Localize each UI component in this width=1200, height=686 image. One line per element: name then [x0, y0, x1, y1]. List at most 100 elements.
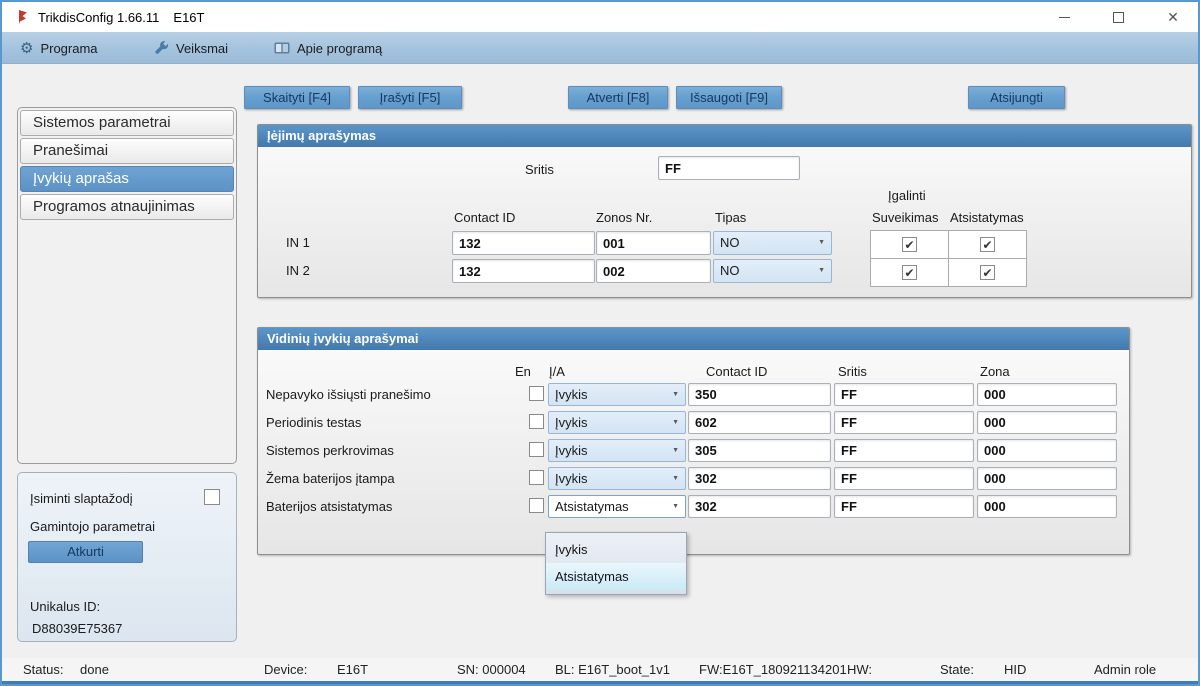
event5-ia-value: Atsistatymas	[555, 499, 629, 514]
device-title: E16T	[173, 10, 204, 25]
event2-ia-value: Įvykis	[555, 415, 588, 430]
open-button[interactable]: Atverti [F8]	[568, 86, 668, 109]
in2-type-dropdown[interactable]: NO	[713, 259, 832, 283]
in1-zone-input[interactable]	[596, 231, 711, 255]
firmware: FW:E16T_180921134201	[699, 662, 847, 677]
in1-contact-id-input[interactable]	[452, 231, 595, 255]
window-title: TrikdisConfig 1.66.11 E16T	[38, 10, 204, 25]
event1-en-checkbox[interactable]	[529, 386, 544, 401]
menu-apie[interactable]: Apie programą	[268, 32, 388, 64]
disconnect-button[interactable]: Atsijungti	[968, 86, 1065, 109]
event5-en-checkbox[interactable]	[529, 498, 544, 513]
in2-trigger-checkbox[interactable]	[902, 265, 917, 280]
remember-password-label: Įsiminti slaptažodį	[30, 491, 133, 506]
in1-trigger-checkbox[interactable]	[902, 237, 917, 252]
event5-zona-input[interactable]	[977, 495, 1117, 518]
event2-zona-input[interactable]	[977, 411, 1117, 434]
unique-id-value: D88039E75367	[32, 621, 122, 636]
manufacturer-params-label: Gamintojo parametrai	[30, 519, 155, 534]
sidebar-item-programos-atnaujinimas[interactable]: Programos atnaujinimas	[20, 194, 234, 220]
event3-ia-dropdown[interactable]: Įvykis	[548, 439, 686, 462]
ia-dropdown-popup: Įvykis Atsistatymas	[545, 532, 687, 595]
in2-contact-id-input[interactable]	[452, 259, 595, 283]
sidebar-nav: Sistemos parametrai Pranešimai Įvykių ap…	[17, 107, 237, 464]
event4-en-checkbox[interactable]	[529, 470, 544, 485]
event-row-label: Žema baterijos įtampa	[266, 471, 395, 486]
event1-sritis-input[interactable]	[834, 383, 974, 406]
device-label: Device:	[264, 662, 307, 677]
event2-contact-id-input[interactable]	[688, 411, 831, 434]
menu-bar: ⚙ Programa Veiksmai Apie programą	[2, 32, 1198, 64]
app-title: TrikdisConfig 1.66.11	[38, 10, 159, 25]
status-value: done	[80, 662, 109, 677]
in1-restore-checkbox[interactable]	[980, 237, 995, 252]
remember-password-checkbox[interactable]	[204, 489, 220, 505]
event-row-label: Sistemos perkrovimas	[266, 443, 394, 458]
event2-en-checkbox[interactable]	[529, 414, 544, 429]
event5-sritis-input[interactable]	[834, 495, 974, 518]
bottom-accent-strip	[2, 681, 1198, 686]
save-button[interactable]: Išsaugoti [F9]	[676, 86, 782, 109]
event4-sritis-input[interactable]	[834, 467, 974, 490]
input-row-label: IN 1	[286, 235, 310, 250]
event4-contact-id-input[interactable]	[688, 467, 831, 490]
minimize-icon	[1059, 17, 1070, 18]
zona-column-header: Zona	[980, 364, 1010, 379]
input-row-label: IN 2	[286, 263, 310, 278]
sidebar-item-sistemos-parametrai[interactable]: Sistemos parametrai	[20, 110, 234, 136]
check-cell	[870, 258, 949, 287]
dropdown-option-atsistatymas[interactable]: Atsistatymas	[546, 563, 686, 590]
device-value: E16T	[337, 662, 368, 677]
restore-button[interactable]: Atkurti	[28, 541, 143, 563]
close-button[interactable]: ✕	[1152, 2, 1194, 32]
event-row-label: Baterijos atsistatymas	[266, 499, 392, 514]
event3-sritis-input[interactable]	[834, 439, 974, 462]
event-row-label: Nepavyko išsiųsti pranešimo	[266, 387, 431, 402]
events-panel-title: Vidinių įvykių aprašymai	[258, 328, 1129, 350]
menu-veiksmai[interactable]: Veiksmai	[148, 32, 234, 64]
ia-column-header: Į/A	[549, 364, 565, 379]
enable-check-grid	[871, 230, 1027, 286]
menu-programa[interactable]: ⚙ Programa	[14, 32, 104, 64]
menu-programa-label: Programa	[40, 41, 97, 56]
state-label: State:	[940, 662, 974, 677]
event4-zona-input[interactable]	[977, 467, 1117, 490]
in2-zone-input[interactable]	[596, 259, 711, 283]
app-window: TrikdisConfig 1.66.11 E16T ✕ ⚙ Programa V…	[0, 0, 1200, 686]
menu-apie-label: Apie programą	[297, 41, 382, 56]
in1-type-dropdown[interactable]: NO	[713, 231, 832, 255]
event4-ia-dropdown[interactable]: Įvykis	[548, 467, 686, 490]
sidebar-item-pranesimai[interactable]: Pranešimai	[20, 138, 234, 164]
inputs-panel-title: Įėjimų aprašymas	[258, 125, 1191, 147]
dropdown-option-ivykis[interactable]: Įvykis	[546, 536, 686, 563]
minimize-button[interactable]	[1043, 2, 1085, 32]
close-icon: ✕	[1167, 9, 1179, 26]
event1-ia-dropdown[interactable]: Įvykis	[548, 383, 686, 406]
serial-number: SN: 000004	[457, 662, 526, 677]
contact-id-column-header: Contact ID	[706, 364, 767, 379]
event3-contact-id-input[interactable]	[688, 439, 831, 462]
event1-zona-input[interactable]	[977, 383, 1117, 406]
event-row-label: Periodinis testas	[266, 415, 361, 430]
event3-en-checkbox[interactable]	[529, 442, 544, 457]
event2-sritis-input[interactable]	[834, 411, 974, 434]
unique-id-label: Unikalus ID:	[30, 599, 100, 614]
sidebar-settings-box: Įsiminti slaptažodį Gamintojo parametrai…	[17, 472, 237, 642]
contact-id-column-header: Contact ID	[454, 210, 515, 225]
maximize-icon	[1113, 12, 1124, 23]
event1-contact-id-input[interactable]	[688, 383, 831, 406]
write-button[interactable]: Įrašyti [F5]	[358, 86, 462, 109]
in2-restore-checkbox[interactable]	[980, 265, 995, 280]
event3-zona-input[interactable]	[977, 439, 1117, 462]
read-button[interactable]: Skaityti [F4]	[244, 86, 350, 109]
sritis-label: Sritis	[525, 162, 554, 177]
event4-ia-value: Įvykis	[555, 471, 588, 486]
type-column-header: Tipas	[715, 210, 746, 225]
event2-ia-dropdown[interactable]: Įvykis	[548, 411, 686, 434]
maximize-button[interactable]	[1097, 2, 1139, 32]
sidebar-item-ivykiu-aprasas[interactable]: Įvykių aprašas	[20, 166, 234, 192]
event5-contact-id-input[interactable]	[688, 495, 831, 518]
state-value: HID	[1004, 662, 1026, 677]
event5-ia-dropdown[interactable]: Atsistatymas	[548, 495, 686, 518]
sritis-input[interactable]	[658, 156, 800, 180]
